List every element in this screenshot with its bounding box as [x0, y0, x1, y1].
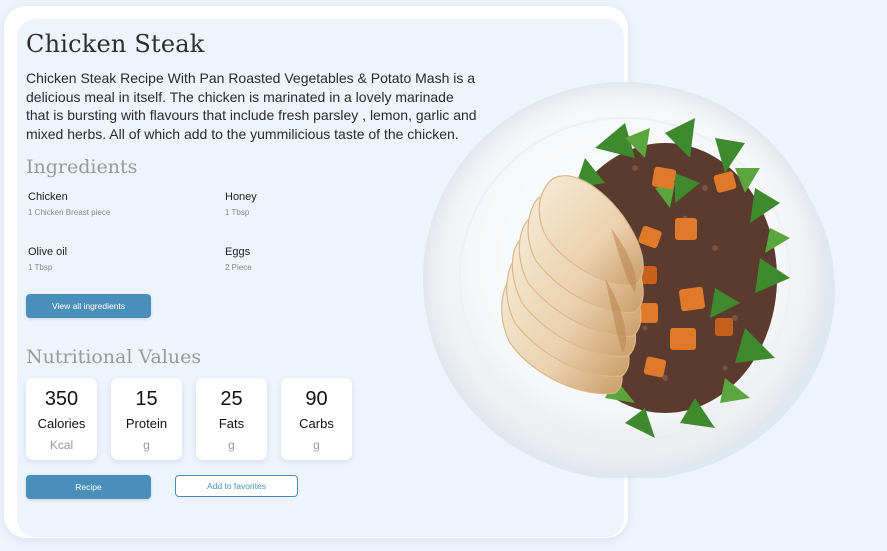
nutrition-value: 25 — [220, 388, 243, 410]
ingredient-name: Eggs — [225, 246, 251, 258]
nutrition-value: 15 — [135, 388, 158, 410]
ingredient-name: Honey — [225, 191, 257, 203]
view-all-ingredients-button[interactable]: View all ingredients — [26, 294, 151, 318]
nutrition-heading: Nutritional Values — [26, 346, 202, 368]
nutrition-card-carbs: 90 Carbs g — [281, 378, 352, 460]
nutrition-card-protein: 15 Protein g — [111, 378, 182, 460]
plate-illustration — [423, 82, 835, 480]
ingredient-quantity: 1 Chicken Breast piece — [28, 208, 111, 217]
ingredient-quantity: 1 Tbsp — [28, 263, 53, 272]
nutrition-label: Protein — [125, 416, 168, 431]
nutrition-card-calories: 350 Calories Kcal — [26, 378, 97, 460]
ingredient-quantity: 1 Tbsp — [225, 208, 250, 217]
ingredient-quantity: 2 Piece — [225, 263, 252, 272]
nutrition-label: Carbs — [299, 416, 334, 431]
nutrition-unit: g — [143, 438, 150, 452]
nutrition-unit: Kcal — [49, 438, 74, 452]
recipe-description: Chicken Steak Recipe With Pan Roasted Ve… — [26, 70, 477, 142]
nutrition-unit: g — [228, 438, 235, 452]
nutrition-value: 350 — [44, 388, 79, 410]
add-to-favorites-button[interactable]: Add to favorites — [175, 475, 298, 497]
nutrition-label: Calories — [37, 416, 86, 431]
food-plate-image — [415, 78, 835, 480]
ingredient-name: Olive oil — [28, 246, 68, 258]
page-title: Chicken Steak — [26, 30, 205, 58]
nutrition-unit: g — [313, 438, 320, 452]
ingredients-heading: Ingredients — [26, 156, 138, 178]
nutrition-label: Fats — [218, 416, 245, 431]
nutrition-card-fats: 25 Fats g — [196, 378, 267, 460]
recipe-button[interactable]: Recipe — [26, 475, 151, 499]
nutrition-value: 90 — [305, 388, 328, 410]
ingredient-name: Chicken — [28, 191, 68, 203]
